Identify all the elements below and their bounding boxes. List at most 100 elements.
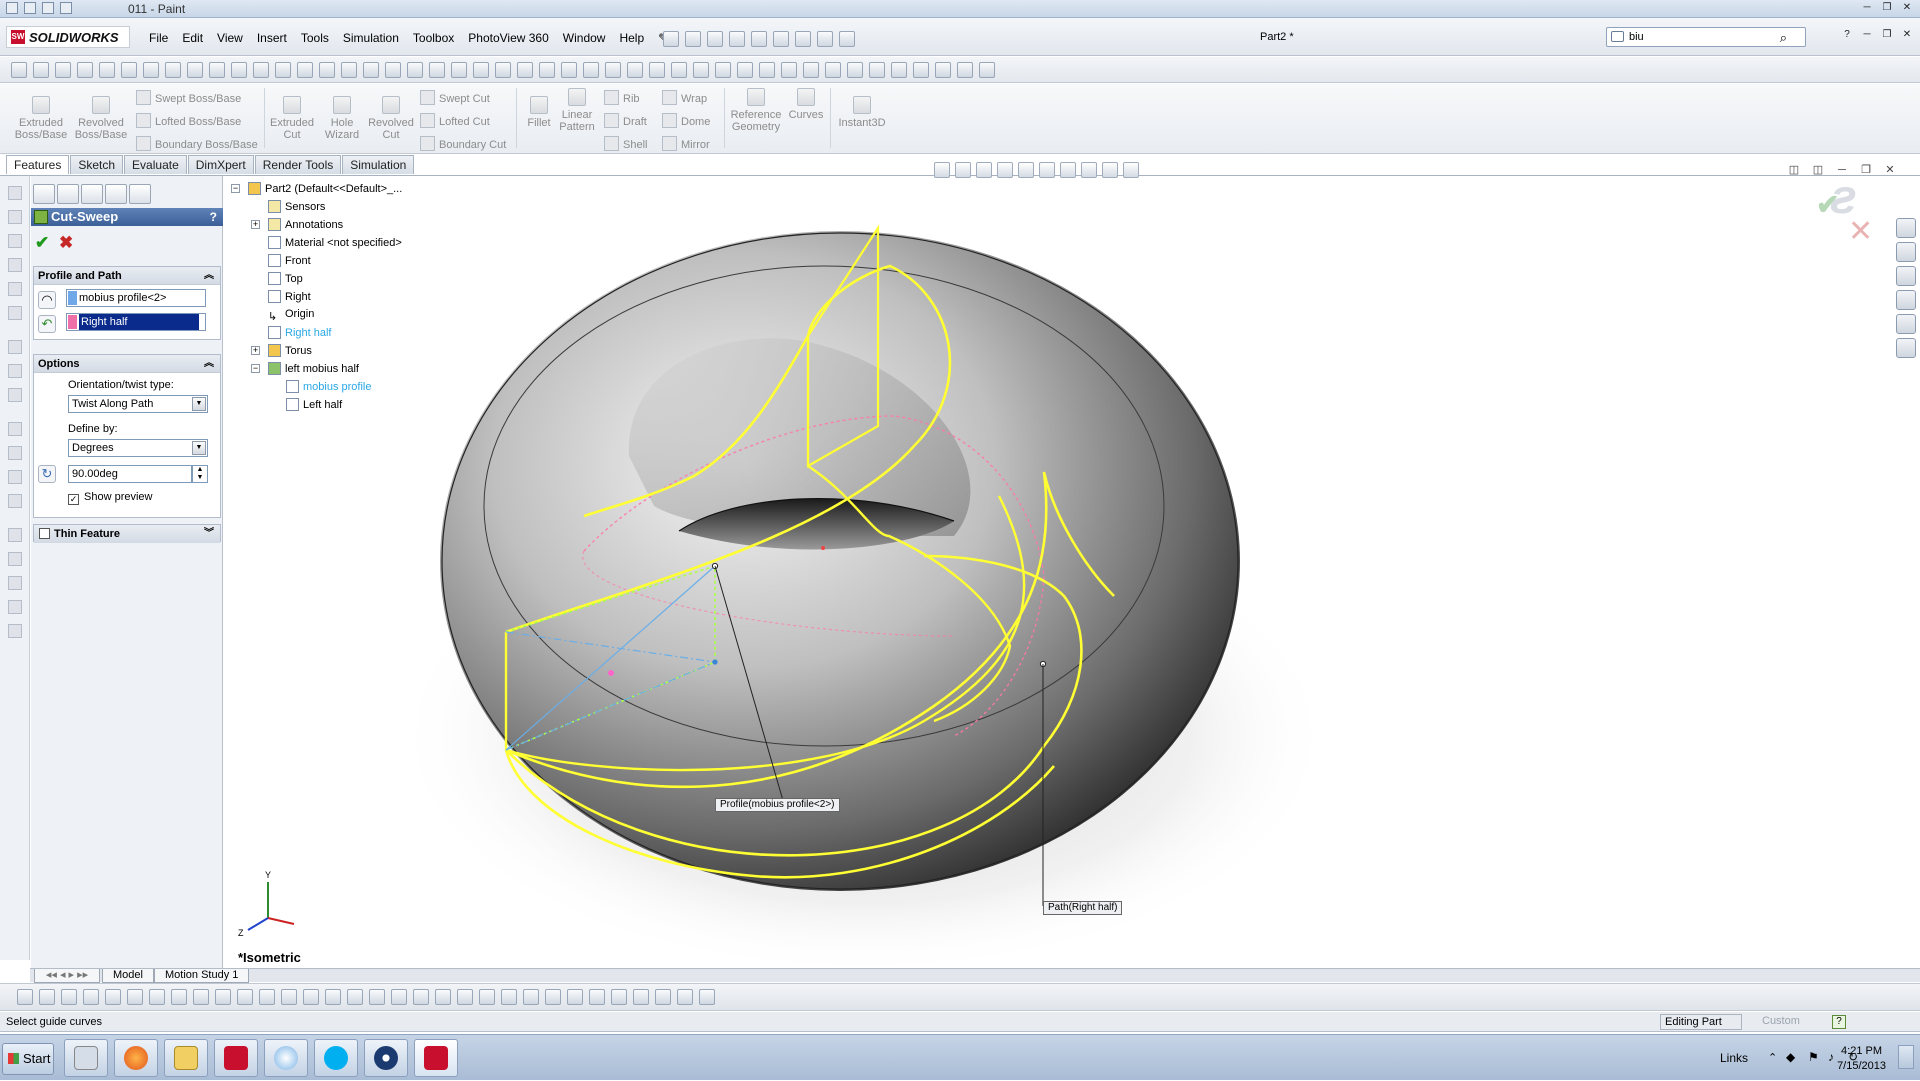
taskbar-app-paint[interactable] — [264, 1039, 308, 1077]
angle-input[interactable]: 90.00deg — [68, 465, 192, 483]
selection-filter-icon[interactable] — [655, 989, 671, 1005]
design-library-icon[interactable] — [1896, 242, 1916, 262]
cancel-button[interactable]: ✖ — [59, 233, 73, 253]
hole-wizard-button[interactable]: Hole Wizard — [318, 96, 366, 141]
rib-button[interactable]: Rib — [604, 90, 640, 105]
toolbar-icon[interactable] — [847, 62, 863, 78]
strip-icon[interactable] — [8, 446, 22, 460]
open-icon[interactable] — [685, 31, 701, 47]
toolbar-icon[interactable] — [429, 62, 445, 78]
strip-icon[interactable] — [8, 624, 22, 638]
angle-spinner[interactable]: ▲ ▼ — [192, 465, 208, 483]
property-manager-tab[interactable] — [57, 184, 79, 204]
toolbar-icon[interactable] — [165, 62, 181, 78]
boundary-boss-button[interactable]: Boundary Boss/Base — [136, 136, 258, 151]
selection-filter-icon[interactable] — [193, 989, 209, 1005]
strip-icon[interactable] — [8, 600, 22, 614]
swept-cut-button[interactable]: Swept Cut — [420, 90, 490, 105]
apply-scene-icon[interactable] — [1102, 162, 1118, 178]
feature-manager-tab[interactable] — [33, 184, 55, 204]
strip-icon[interactable] — [8, 258, 22, 272]
ok-button[interactable]: ✔ — [35, 233, 49, 253]
display-manager-tab[interactable] — [129, 184, 151, 204]
selection-filter-icon[interactable] — [325, 989, 341, 1005]
lofted-cut-button[interactable]: Lofted Cut — [420, 113, 490, 128]
chevron-down-icon[interactable]: ▼ — [192, 441, 206, 455]
toolbar-icon[interactable] — [693, 62, 709, 78]
toolbar-icon[interactable] — [143, 62, 159, 78]
strip-icon[interactable] — [8, 576, 22, 590]
appearances-icon[interactable] — [1896, 314, 1916, 334]
toolbar-icon[interactable] — [539, 62, 555, 78]
print-icon[interactable] — [729, 31, 745, 47]
minimize-button[interactable]: ─ — [1858, 28, 1876, 42]
previous-view-icon[interactable] — [976, 162, 992, 178]
collapse-icon[interactable]: − — [251, 364, 260, 373]
toolbar-icon[interactable] — [759, 62, 775, 78]
selection-filter-icon[interactable] — [391, 989, 407, 1005]
selection-filter-icon[interactable] — [567, 989, 583, 1005]
toolbar-icon[interactable] — [605, 62, 621, 78]
restore-button[interactable]: ❐ — [1878, 28, 1896, 42]
tab-motion-study[interactable]: Motion Study 1 — [154, 969, 250, 983]
dome-button[interactable]: Dome — [662, 113, 710, 128]
restore-button[interactable]: ❐ — [1858, 163, 1874, 177]
toolbar-icon[interactable] — [451, 62, 467, 78]
strip-icon[interactable] — [8, 340, 22, 354]
flag-icon[interactable]: ⚑ — [1808, 1050, 1819, 1064]
toolbar-icon[interactable] — [517, 62, 533, 78]
taskbar-app-firefox[interactable] — [114, 1039, 158, 1077]
links-toolbar[interactable]: Links — [1720, 1051, 1748, 1065]
linear-pattern-button[interactable]: Linear Pattern — [556, 88, 598, 133]
confirmation-cancel-icon[interactable]: ✕ — [1848, 214, 1873, 249]
strip-icon[interactable] — [8, 552, 22, 566]
toolbar-icon[interactable] — [495, 62, 511, 78]
toolbar-icon[interactable] — [209, 62, 225, 78]
group-header[interactable]: Profile and Path ︽ — [34, 267, 220, 285]
collapse-icon[interactable]: ︽ — [204, 267, 214, 285]
strip-icon[interactable] — [8, 470, 22, 484]
search-icon[interactable]: ⌕ — [1780, 30, 1787, 46]
close-button[interactable]: ✕ — [1898, 28, 1916, 42]
select-icon[interactable] — [773, 31, 789, 47]
toolbar-icon[interactable] — [187, 62, 203, 78]
expand-icon[interactable]: ︾ — [204, 525, 214, 543]
toolbar-icon[interactable] — [231, 62, 247, 78]
tab-render-tools[interactable]: Render Tools — [254, 155, 342, 174]
toolbar-icon[interactable] — [319, 62, 335, 78]
strip-icon[interactable] — [8, 422, 22, 436]
selection-filter-icon[interactable] — [699, 989, 715, 1005]
extruded-boss-button[interactable]: Extruded Boss/Base — [12, 96, 70, 141]
close-button[interactable]: ✕ — [1882, 163, 1898, 177]
search-commands-box[interactable]: ⌕ — [1606, 27, 1806, 47]
collapse-icon[interactable]: − — [231, 184, 240, 193]
rebuild-icon[interactable] — [795, 31, 811, 47]
tree-item-left-half[interactable]: Left half — [286, 398, 342, 411]
tree-item-sensors[interactable]: Sensors — [268, 200, 325, 213]
selection-filter-icon[interactable] — [413, 989, 429, 1005]
tile-icon[interactable]: ◫ — [1810, 163, 1826, 177]
help-button[interactable]: ? — [210, 208, 217, 226]
toolbar-icon[interactable] — [715, 62, 731, 78]
zoom-to-fit-icon[interactable] — [934, 162, 950, 178]
minimize-button[interactable]: ─ — [1834, 164, 1850, 178]
path-callout[interactable]: Path(Right half) — [1043, 901, 1123, 915]
revolved-cut-button[interactable]: Revolved Cut — [366, 96, 416, 141]
tree-item-origin[interactable]: ↳ Origin — [268, 308, 314, 323]
tree-item-top-plane[interactable]: Top — [268, 272, 303, 285]
start-button[interactable]: Start — [2, 1043, 54, 1075]
tile-icon[interactable]: ◫ — [1786, 163, 1802, 177]
menu-insert[interactable]: Insert — [250, 30, 294, 46]
menu-simulation[interactable]: Simulation — [336, 30, 406, 46]
boundary-cut-button[interactable]: Boundary Cut — [420, 136, 506, 151]
collapse-icon[interactable]: ︽ — [204, 355, 214, 373]
instant3d-button[interactable]: Instant3D — [834, 96, 890, 129]
help-icon[interactable]: ? — [1838, 28, 1856, 42]
tree-item-right-half[interactable]: Right half — [268, 326, 331, 339]
quick-access-toolbar[interactable] — [6, 2, 116, 16]
toolbar-icon[interactable] — [869, 62, 885, 78]
toolbar-icon[interactable] — [891, 62, 907, 78]
toolbar-icon[interactable] — [583, 62, 599, 78]
selection-filter-icon[interactable] — [589, 989, 605, 1005]
solidworks-resources-icon[interactable] — [1896, 218, 1916, 238]
